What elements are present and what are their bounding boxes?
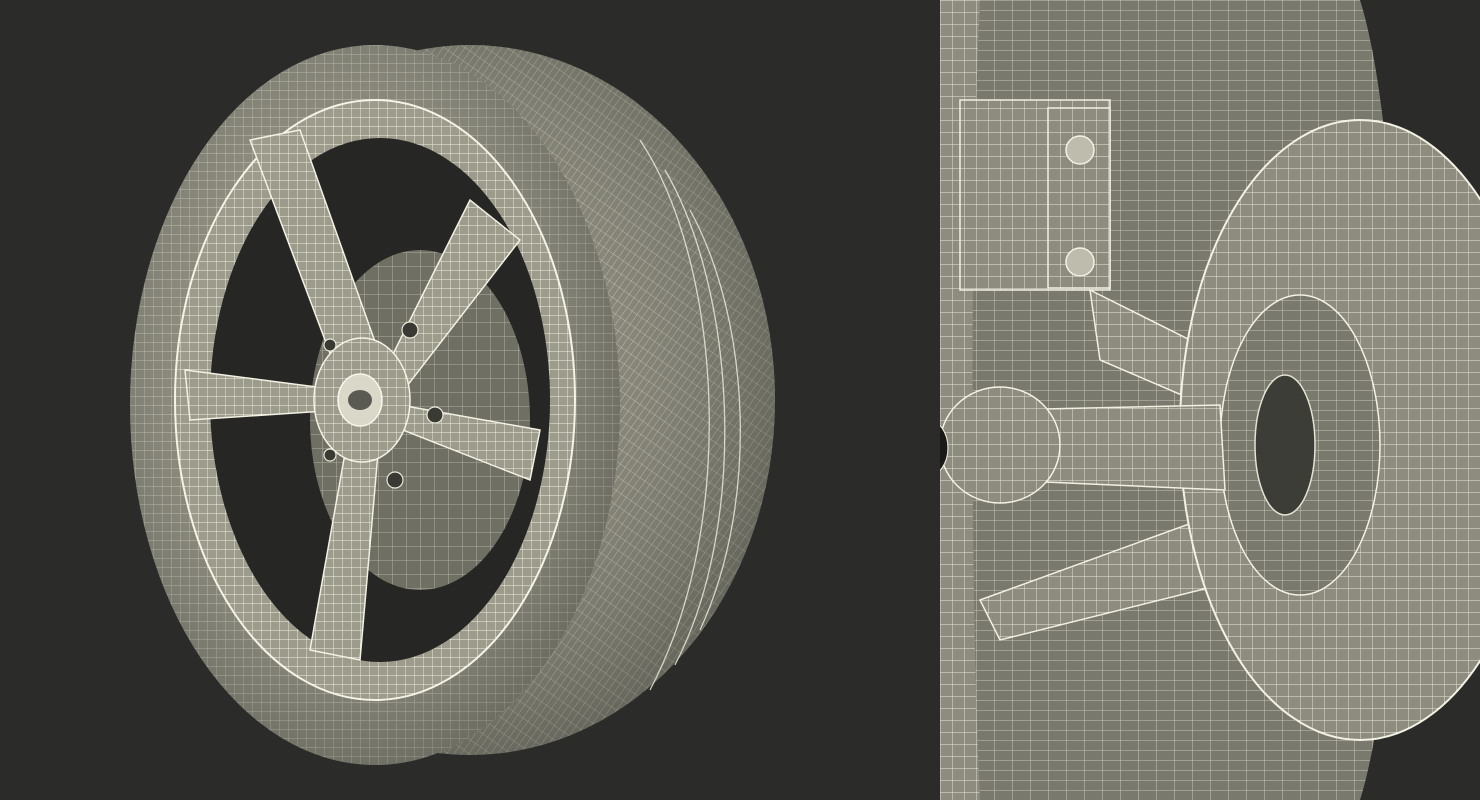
hub-closeup-wireframe <box>940 0 1480 800</box>
wheel-view <box>0 0 940 800</box>
hub-closeup-view <box>940 0 1480 800</box>
axle-cap <box>940 386 1061 504</box>
render-canvas <box>0 0 1480 800</box>
center-cap-logo <box>348 390 372 410</box>
hub-center <box>1254 374 1316 516</box>
wheel-wireframe <box>130 45 775 765</box>
